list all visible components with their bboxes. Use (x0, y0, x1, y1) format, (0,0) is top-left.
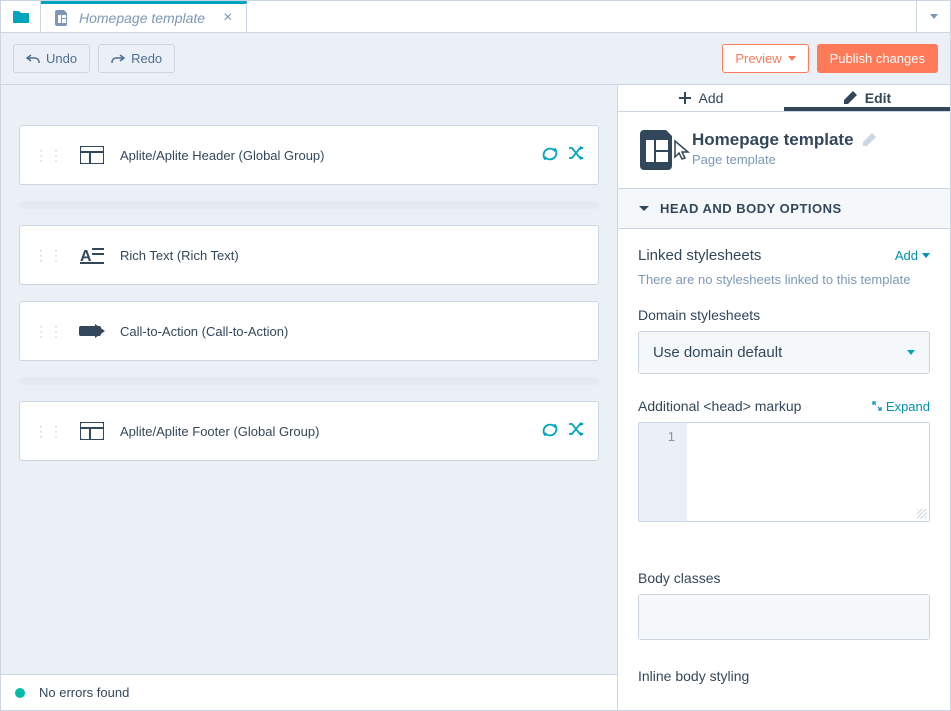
publish-button-label: Publish changes (830, 51, 925, 66)
body-classes-label: Body classes (638, 570, 930, 586)
template-icon (55, 10, 69, 26)
template-large-icon (638, 130, 678, 170)
pencil-icon (843, 91, 857, 105)
domain-stylesheets-label: Domain stylesheets (638, 307, 930, 323)
module-card[interactable]: ⋮⋮ Aplite/Aplite Header (Global Group) (19, 125, 599, 185)
domain-stylesheets-select[interactable]: Use domain default (638, 331, 930, 374)
module-label: Aplite/Aplite Footer (Global Group) (120, 424, 319, 439)
chevron-down-icon (907, 350, 915, 355)
module-actions (542, 422, 584, 441)
status-indicator-icon (15, 688, 25, 698)
panel-title: Homepage template (692, 130, 854, 150)
add-stylesheet-link[interactable]: Add (895, 248, 930, 263)
drag-handle-icon[interactable]: ⋮⋮ (34, 428, 64, 434)
close-tab-icon[interactable]: × (223, 9, 232, 27)
module-card[interactable]: ⋮⋮ Aplite/Aplite Footer (Global Group) (19, 401, 599, 461)
linked-stylesheets-label: Linked stylesheets (638, 247, 761, 264)
add-stylesheet-link-label: Add (895, 248, 918, 263)
preview-button-label: Preview (735, 51, 781, 66)
panel-tab-add[interactable]: Add (618, 85, 784, 111)
module-canvas: ⋮⋮ Aplite/Aplite Header (Global Group) ⋮⋮ A… (1, 85, 617, 710)
resize-handle-icon[interactable] (917, 509, 927, 519)
chevron-down-icon (788, 56, 796, 61)
panel-tab-add-label: Add (699, 90, 724, 106)
tab-bar: Homepage template × (1, 1, 950, 33)
side-panel: Add Edit Homepage template Page template (617, 85, 950, 710)
cta-icon (78, 320, 106, 342)
layout-icon (78, 144, 106, 166)
redo-button-label: Redo (131, 51, 162, 66)
folder-icon (12, 10, 30, 24)
tab-title: Homepage template (79, 10, 205, 26)
module-label: Rich Text (Rich Text) (120, 248, 239, 263)
shuffle-icon[interactable] (568, 146, 584, 165)
section-divider (19, 377, 599, 385)
head-markup-editor[interactable]: 1 (638, 422, 930, 522)
panel-tab-edit[interactable]: Edit (784, 85, 950, 111)
panel-subtitle: Page template (692, 152, 876, 167)
body-classes-input[interactable] (638, 594, 930, 640)
undo-icon (26, 53, 40, 65)
code-line-number: 1 (668, 429, 675, 444)
redo-button[interactable]: Redo (98, 44, 175, 73)
redo-icon (111, 53, 125, 65)
edit-title-icon[interactable] (862, 133, 876, 147)
drag-handle-icon[interactable]: ⋮⋮ (34, 152, 64, 158)
plus-icon (679, 92, 691, 104)
tabs-dropdown-toggle[interactable] (916, 1, 950, 32)
chevron-down-icon (930, 14, 938, 19)
toolbar: Undo Redo Preview Publish changes (1, 33, 950, 85)
module-label: Call-to-Action (Call-to-Action) (120, 324, 288, 339)
expand-icon (872, 401, 882, 411)
layout-icon (78, 420, 106, 442)
publish-button[interactable]: Publish changes (817, 44, 938, 73)
drag-handle-icon[interactable]: ⋮⋮ (34, 328, 64, 334)
module-actions (542, 146, 584, 165)
head-markup-textarea[interactable] (687, 423, 929, 521)
panel-tabs: Add Edit (618, 85, 950, 112)
undo-button-label: Undo (46, 51, 77, 66)
head-markup-label: Additional <head> markup (638, 398, 801, 414)
drag-handle-icon[interactable]: ⋮⋮ (34, 252, 64, 258)
app-root: Homepage template × Undo Redo Preview Pu… (0, 0, 951, 711)
domain-stylesheets-value: Use domain default (653, 344, 782, 361)
shuffle-icon[interactable] (568, 422, 584, 441)
section-head-label: HEAD AND BODY OPTIONS (660, 201, 842, 216)
sync-icon[interactable] (542, 146, 558, 165)
richtext-icon: A (78, 244, 106, 266)
sync-icon[interactable] (542, 422, 558, 441)
preview-button[interactable]: Preview (722, 44, 808, 73)
module-label: Aplite/Aplite Header (Global Group) (120, 148, 325, 163)
file-explorer-button[interactable] (1, 1, 41, 32)
panel-header: Homepage template Page template (618, 112, 950, 188)
expand-head-markup[interactable]: Expand (872, 399, 930, 414)
undo-button[interactable]: Undo (13, 44, 90, 73)
panel-tab-edit-label: Edit (865, 90, 891, 106)
code-gutter: 1 (639, 423, 687, 521)
module-card[interactable]: ⋮⋮ A Rich Text (Rich Text) (19, 225, 599, 285)
module-card[interactable]: ⋮⋮ Call-to-Action (Call-to-Action) (19, 301, 599, 361)
status-text: No errors found (39, 685, 129, 700)
chevron-down-icon (922, 253, 930, 258)
section-divider (19, 201, 599, 209)
chevron-down-icon (638, 205, 650, 213)
section-body: Linked stylesheets Add There are no styl… (618, 229, 950, 710)
inline-body-styling-label: Inline body styling (638, 668, 930, 684)
workspace: ⋮⋮ Aplite/Aplite Header (Global Group) ⋮⋮ A… (1, 85, 950, 710)
expand-head-markup-label: Expand (886, 399, 930, 414)
file-tab[interactable]: Homepage template × (41, 1, 247, 32)
section-head-options[interactable]: HEAD AND BODY OPTIONS (618, 188, 950, 229)
status-bar: No errors found (1, 674, 617, 710)
linked-stylesheets-empty: There are no stylesheets linked to this … (638, 272, 930, 287)
